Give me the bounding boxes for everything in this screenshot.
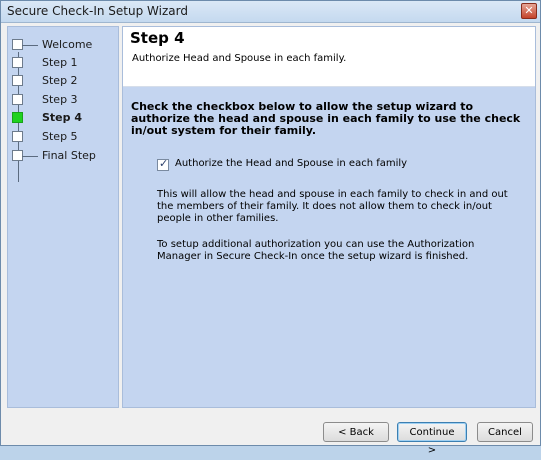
step-indicator [12,94,23,105]
back-button[interactable]: < Back [323,422,389,442]
instructions-text: Check the checkbox below to allow the se… [131,100,521,137]
step-label: Step 5 [42,130,78,143]
step-item-step-1: Step 1 [12,56,116,71]
step-title: Step 4 [130,29,185,47]
step-item-step-5: Step 5 [12,130,116,145]
step-indicator [12,131,23,142]
authorize-checkbox[interactable] [157,157,169,171]
step-item-step-3: Step 3 [12,93,116,108]
step-item-welcome: Welcome [12,38,116,53]
close-button[interactable]: ✕ [521,3,537,19]
authorize-checkbox-row[interactable]: Authorize the Head and Spouse in each fa… [157,157,517,172]
step-subtitle: Authorize Head and Spouse in each family… [132,53,347,64]
title-bar: Secure Check-In Setup Wizard ✕ [1,1,540,23]
continue-button[interactable]: Continue > [397,422,467,456]
description-paragraph: This will allow the head and spouse in e… [157,189,508,224]
step-label: Step 2 [42,74,78,87]
window-title: Secure Check-In Setup Wizard [7,4,188,18]
tree-branch [22,45,38,46]
step-label: Step 3 [42,93,78,106]
step-indicator [12,75,23,86]
steps-panel: Welcome Step 1 Step 2 Step 3 Step 4 Step… [7,26,119,408]
main-content: Step 4 Authorize Head and Spouse in each… [122,26,536,408]
step-header: Step 4 Authorize Head and Spouse in each… [123,27,535,87]
additional-info-paragraph: To setup additional authorization you ca… [157,239,475,262]
tree-branch [22,156,38,157]
step-indicator [12,57,23,68]
close-icon: ✕ [524,4,534,17]
cancel-button[interactable]: Cancel [477,422,533,442]
step-label: Step 4 [42,111,82,124]
step-label: Welcome [42,38,93,51]
step-item-step-2: Step 2 [12,74,116,89]
wizard-window: Secure Check-In Setup Wizard ✕ Welcome S… [0,0,541,456]
button-bar: < Back Continue > Cancel [1,409,540,456]
step-label: Step 1 [42,56,78,69]
step-item-final-step: Final Step [12,149,116,164]
authorize-checkbox-label[interactable]: Authorize the Head and Spouse in each fa… [175,158,407,169]
step-item-step-4: Step 4 [12,111,116,126]
step-indicator-active [12,112,23,123]
step-label: Final Step [42,149,96,162]
